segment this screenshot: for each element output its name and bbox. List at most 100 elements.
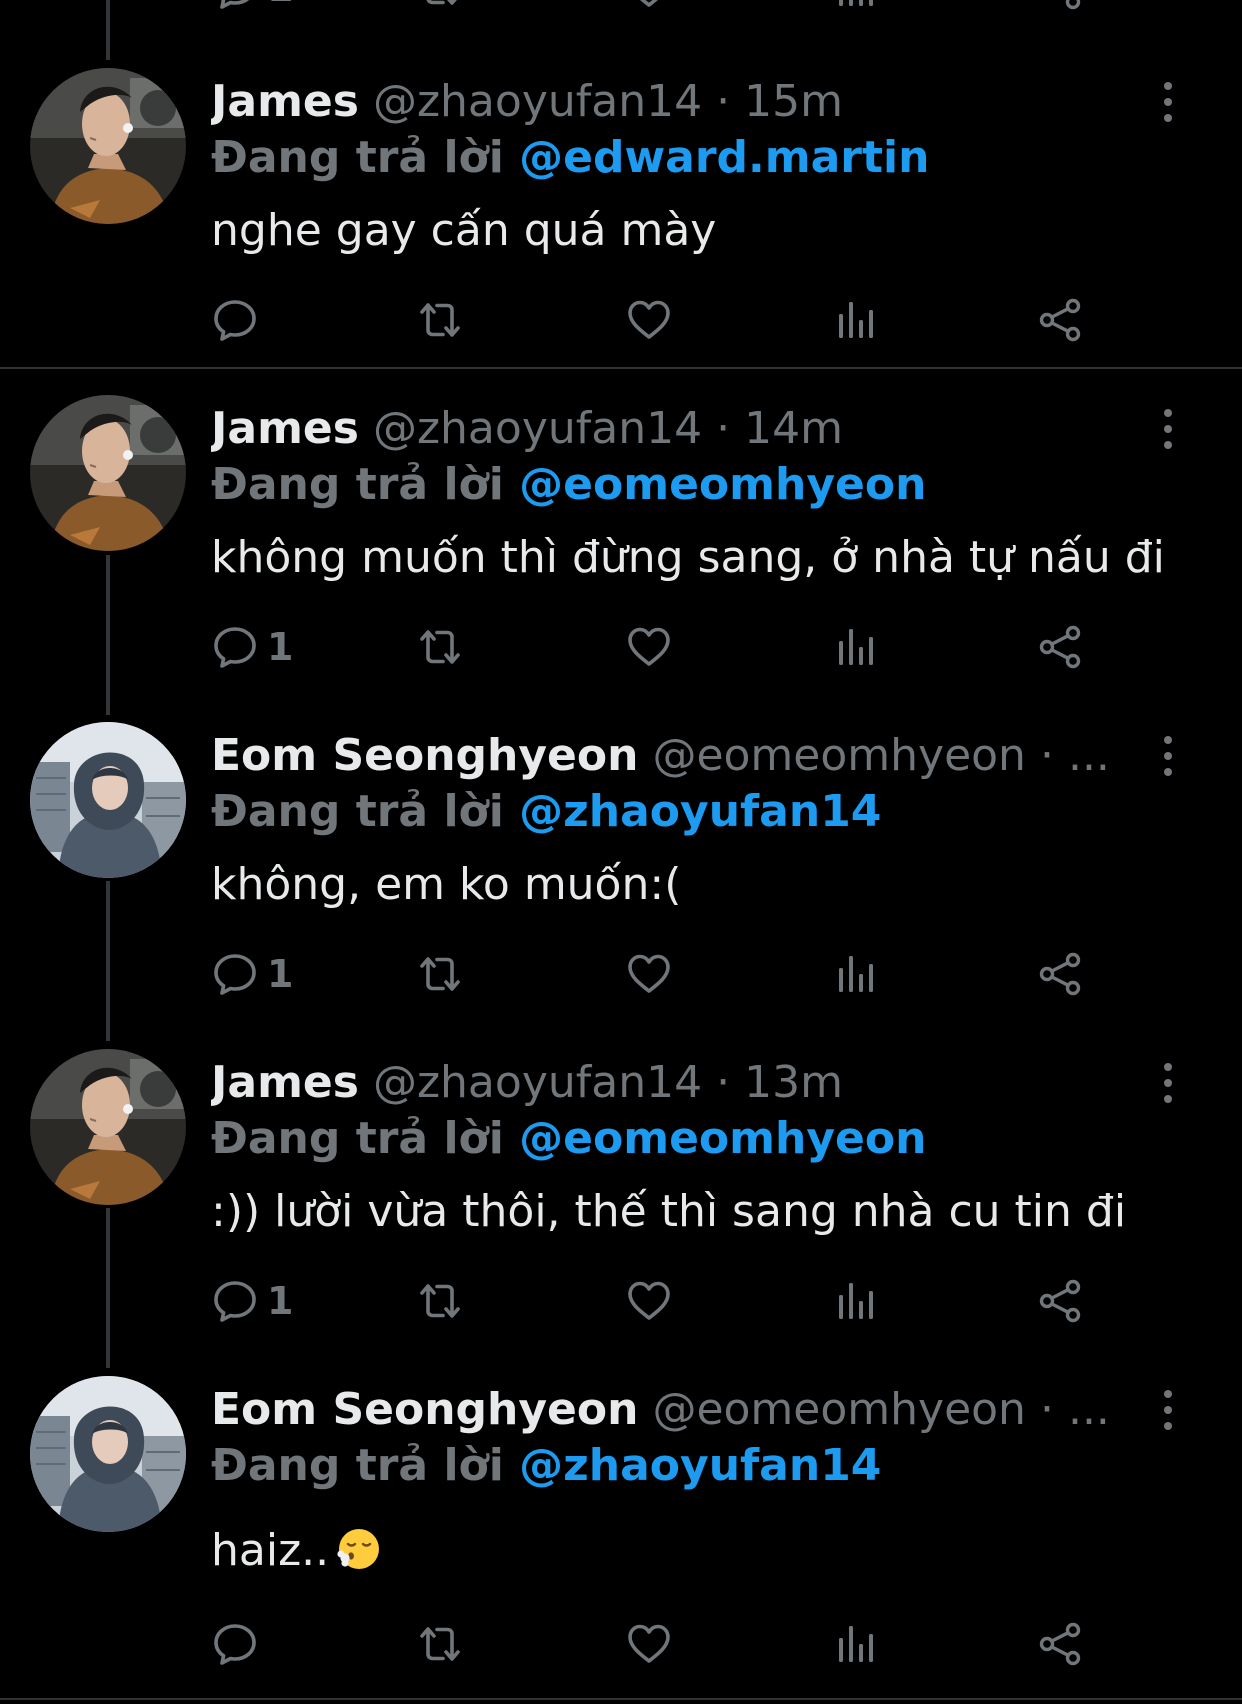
timestamp[interactable]: ... xyxy=(1068,730,1110,781)
mention-link[interactable]: @edward.martin xyxy=(519,132,929,183)
replying-to: Đang trả lời @eomeomhyeon xyxy=(211,455,926,515)
tweet[interactable]: James @zhaoyufan14 · 14m Đang trả lời @e… xyxy=(0,395,1242,695)
tweet[interactable]: Eom Seonghyeon @eomeomhyeon · ... Đang t… xyxy=(0,722,1242,1022)
more-options-button[interactable] xyxy=(1158,405,1198,465)
reply-button[interactable]: 1 xyxy=(211,617,293,677)
tweet-text: không, em ko muốn:( xyxy=(211,859,682,910)
tweet[interactable]: James @zhaoyufan14 · 13m Đang trả lời @e… xyxy=(0,1049,1242,1349)
display-name[interactable]: James xyxy=(211,76,359,127)
share-button[interactable] xyxy=(1036,1271,1084,1331)
avatar-image xyxy=(30,68,186,224)
views-button[interactable] xyxy=(832,0,880,18)
like-button[interactable] xyxy=(625,0,673,18)
more-options-button[interactable] xyxy=(1158,1059,1198,1119)
reply-count: 1 xyxy=(267,1279,294,1323)
more-options-button[interactable] xyxy=(1158,1386,1198,1446)
retweet-button[interactable] xyxy=(416,290,464,350)
mention-link[interactable]: @zhaoyufan14 xyxy=(519,786,881,837)
mention-link[interactable]: @eomeomhyeon xyxy=(519,1113,926,1164)
display-name[interactable]: Eom Seonghyeon xyxy=(211,1384,638,1435)
views-button[interactable] xyxy=(832,1614,880,1674)
avatar[interactable] xyxy=(30,68,186,224)
reply-button[interactable]: 1 xyxy=(211,1271,293,1331)
replying-to-label: Đang trả lời xyxy=(211,459,504,510)
share-button[interactable] xyxy=(1036,617,1084,677)
reply-count: 1 xyxy=(267,0,293,18)
retweet-icon xyxy=(416,623,464,671)
more-options-icon xyxy=(1158,405,1178,453)
tweet-actions xyxy=(211,1614,1111,1674)
replying-to-label: Đang trả lời xyxy=(211,786,504,837)
reply-count: 1 xyxy=(267,952,294,996)
avatar-image xyxy=(30,1376,186,1532)
reply-button[interactable] xyxy=(211,1614,267,1674)
timestamp[interactable]: 15m xyxy=(744,76,843,127)
user-handle[interactable]: @eomeomhyeon xyxy=(652,730,1026,781)
reply-button[interactable]: 1 xyxy=(211,944,293,1004)
avatar[interactable] xyxy=(30,1376,186,1532)
display-name[interactable]: Eom Seonghyeon xyxy=(211,730,638,781)
user-handle[interactable]: @zhaoyufan14 xyxy=(373,76,702,127)
replying-to: Đang trả lời @zhaoyufan14 xyxy=(211,1436,881,1496)
share-icon xyxy=(1036,1277,1084,1325)
views-button[interactable] xyxy=(832,944,880,1004)
avatar[interactable] xyxy=(30,722,186,878)
user-handle[interactable]: @zhaoyufan14 xyxy=(373,403,702,454)
mention-link[interactable]: @eomeomhyeon xyxy=(519,459,926,510)
share-button[interactable] xyxy=(1036,290,1084,350)
like-button[interactable] xyxy=(625,617,673,677)
timestamp[interactable]: ... xyxy=(1068,1384,1110,1435)
separator-dot: · xyxy=(1039,730,1054,781)
heart-icon xyxy=(625,950,673,998)
retweet-button[interactable] xyxy=(416,1271,464,1331)
tweet[interactable]: James @zhaoyufan14 · 15m Đang trả lời @e… xyxy=(0,68,1242,358)
share-button[interactable] xyxy=(1036,1614,1084,1674)
more-options-icon xyxy=(1158,1059,1178,1107)
tweet[interactable]: Eom Seonghyeon @eomeomhyeon · ... Đang t… xyxy=(0,1376,1242,1696)
replying-to: Đang trả lời @zhaoyufan14 xyxy=(211,782,881,842)
views-icon xyxy=(832,296,880,344)
like-button[interactable] xyxy=(625,290,673,350)
views-button[interactable] xyxy=(832,1271,880,1331)
retweet-button[interactable] xyxy=(416,1614,464,1674)
mention-link[interactable]: @zhaoyufan14 xyxy=(519,1440,881,1491)
user-handle[interactable]: @zhaoyufan14 xyxy=(373,1057,702,1108)
reply-button[interactable]: 1 xyxy=(211,0,293,18)
reply-count: 1 xyxy=(267,625,294,669)
tweet-text: :)) lười vừa thôi, thế thì sang nhà cu t… xyxy=(211,1186,1127,1237)
views-button[interactable] xyxy=(832,290,880,350)
share-button[interactable] xyxy=(1036,944,1084,1004)
timestamp[interactable]: 13m xyxy=(744,1057,843,1108)
tweet-divider xyxy=(0,1698,1242,1700)
replying-to-label: Đang trả lời xyxy=(211,1440,504,1491)
display-name[interactable]: James xyxy=(211,403,359,454)
retweet-button[interactable] xyxy=(416,944,464,1004)
avatar[interactable] xyxy=(30,1049,186,1205)
share-button[interactable] xyxy=(1036,0,1084,18)
more-options-button[interactable] xyxy=(1158,78,1198,138)
reply-button[interactable] xyxy=(211,290,267,350)
views-icon xyxy=(832,0,880,12)
views-button[interactable] xyxy=(832,617,880,677)
like-button[interactable] xyxy=(625,1614,673,1674)
timestamp[interactable]: 14m xyxy=(744,403,843,454)
display-name[interactable]: James xyxy=(211,1057,359,1108)
more-options-icon xyxy=(1158,1386,1178,1434)
tweet-actions: 1 xyxy=(211,1271,1111,1331)
reply-icon xyxy=(211,1277,259,1325)
face-exhaling-emoji xyxy=(337,1529,380,1569)
like-button[interactable] xyxy=(625,944,673,1004)
separator-dot: · xyxy=(716,76,731,127)
share-icon xyxy=(1036,1620,1084,1668)
like-button[interactable] xyxy=(625,1271,673,1331)
avatar-image xyxy=(30,395,186,551)
retweet-button[interactable] xyxy=(416,617,464,677)
reply-icon xyxy=(211,1620,259,1668)
avatar[interactable] xyxy=(30,395,186,551)
tweet-header: Eom Seonghyeon @eomeomhyeon · ... xyxy=(211,1380,1111,1440)
avatar-image xyxy=(30,722,186,878)
more-options-button[interactable] xyxy=(1158,732,1198,792)
heart-icon xyxy=(625,0,673,12)
user-handle[interactable]: @eomeomhyeon xyxy=(652,1384,1026,1435)
retweet-button[interactable] xyxy=(416,0,464,18)
